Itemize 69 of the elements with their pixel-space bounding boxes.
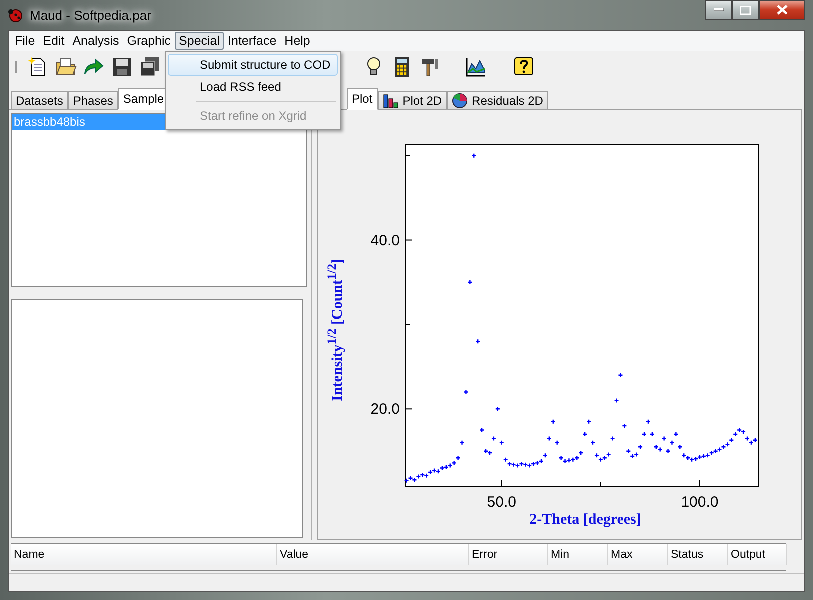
data-point: [491, 436, 497, 442]
data-point: [614, 398, 620, 404]
column-header[interactable]: Error: [469, 544, 548, 565]
tab[interactable]: Residuals 2D: [447, 91, 548, 110]
data-point: [670, 440, 675, 446]
help-icon[interactable]: [513, 56, 535, 78]
column-header[interactable]: Max: [608, 544, 668, 565]
tab[interactable]: Plot 2D: [378, 91, 448, 110]
tab[interactable]: Phases: [68, 91, 118, 110]
window-title: Maud - Softpedia.par: [30, 8, 152, 22]
menu-item[interactable]: Edit: [39, 32, 69, 50]
data-point: [618, 372, 624, 378]
data-point: [546, 436, 552, 442]
data-point: [662, 436, 667, 442]
data-point: [582, 432, 588, 438]
maximize-button[interactable]: [732, 0, 759, 20]
data-point: [610, 436, 616, 442]
data-point: [476, 339, 481, 344]
column-header[interactable]: Min: [548, 544, 608, 565]
data-point: [642, 432, 648, 438]
data-point: [550, 419, 556, 424]
data-point: [460, 440, 465, 446]
x-axis-label: 2-Theta [degrees]: [530, 512, 642, 529]
data-point: [638, 444, 644, 450]
column-header[interactable]: Output: [728, 544, 787, 565]
close-button[interactable]: [759, 0, 805, 20]
maximize-icon: [740, 6, 751, 14]
ladybug-icon: [8, 7, 24, 23]
folder-icon[interactable]: [55, 56, 77, 78]
menu-item[interactable]: Special: [175, 32, 224, 50]
menu-entry[interactable]: Submit structure to COD: [168, 54, 338, 76]
data-point: [590, 440, 596, 446]
tick-label: 40.0: [370, 232, 400, 250]
menu-item[interactable]: Graphic: [123, 32, 176, 50]
menu-item[interactable]: Interface: [224, 32, 281, 50]
column-header[interactable]: Status: [668, 544, 728, 565]
column-header[interactable]: Value: [277, 544, 469, 565]
column-header[interactable]: Name: [11, 544, 277, 565]
bar-chart-icon: [382, 92, 399, 108]
data-point: [495, 406, 501, 412]
data-point: [468, 280, 473, 286]
menu-item[interactable]: Help: [280, 32, 314, 50]
data-point: [622, 423, 628, 429]
tick-label: 20.0: [370, 401, 400, 418]
close-icon: [776, 5, 788, 15]
data-point: [666, 448, 671, 454]
floppy-disks-icon[interactable]: [139, 56, 161, 78]
chart-icon[interactable]: [465, 56, 487, 78]
data-point: [586, 419, 592, 424]
minimize-icon: [714, 8, 724, 12]
data-point: [646, 419, 652, 424]
hammer-icon[interactable]: [419, 56, 441, 78]
minimize-button[interactable]: [705, 0, 732, 20]
data-point: [464, 390, 469, 395]
tab[interactable]: Datasets: [11, 91, 68, 110]
data-point: [499, 440, 504, 446]
pie-chart-icon: [452, 92, 468, 108]
data-point: [479, 428, 485, 433]
data-point: [674, 432, 679, 438]
tab[interactable]: Plot: [347, 88, 378, 110]
data-point: [554, 440, 560, 446]
tick-label: 100.0: [681, 494, 719, 511]
data-point: [650, 432, 656, 438]
tick-label: 50.0: [487, 494, 516, 511]
menu-item[interactable]: Analysis: [68, 32, 124, 50]
data-point: [678, 444, 683, 450]
menu-entry[interactable]: Load RSS feed: [168, 76, 338, 98]
menu-item[interactable]: File: [11, 32, 40, 50]
data-point: [472, 153, 477, 158]
